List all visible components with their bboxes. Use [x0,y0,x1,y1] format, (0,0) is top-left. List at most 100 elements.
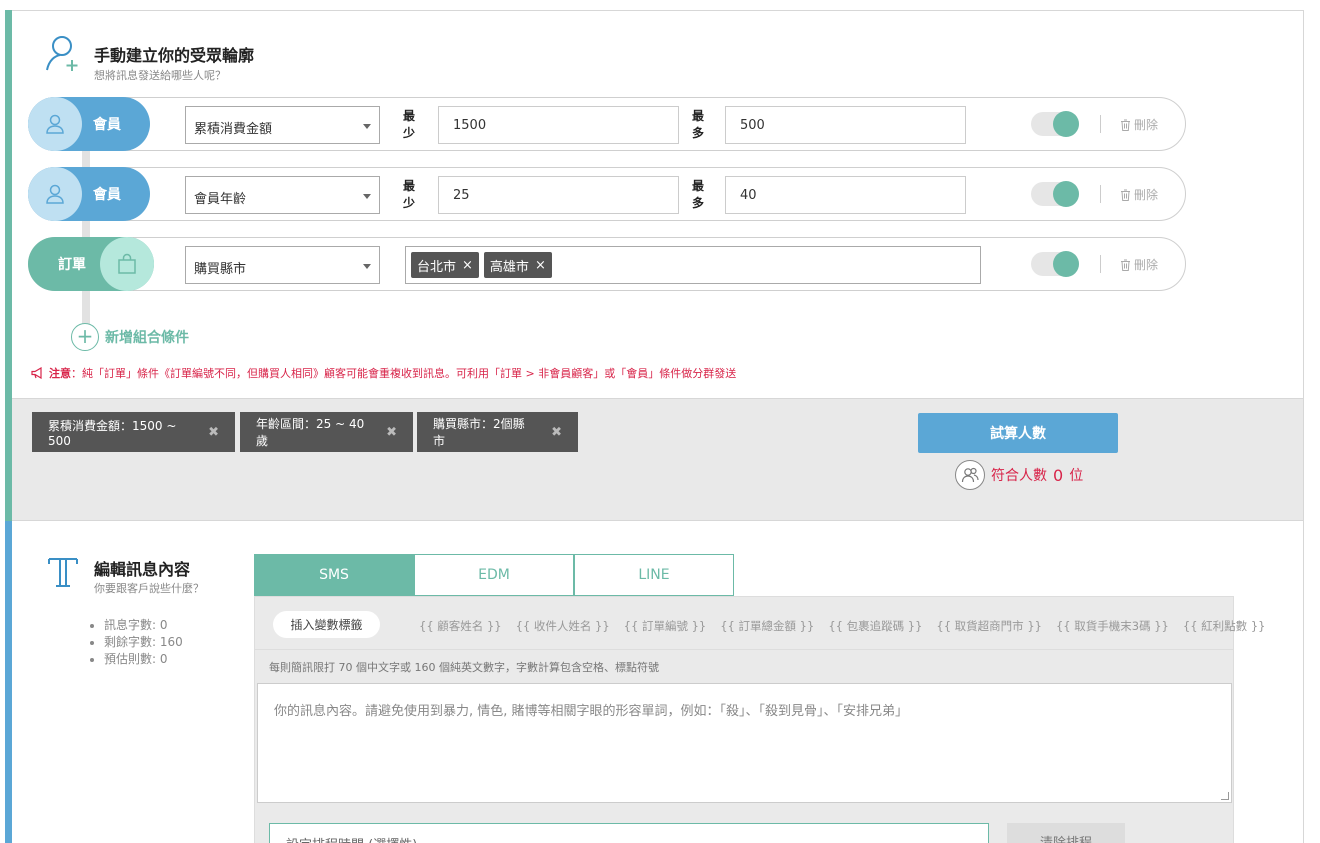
summary-chip: 購買縣市：2個縣市 ✖ [417,412,578,452]
megaphone-icon [31,367,42,379]
rule-field-select[interactable]: 累積消費金額 [185,106,380,144]
resize-handle[interactable] [1221,792,1229,800]
variable-tag[interactable]: {{ 訂單總金額 }} [720,618,814,634]
tag-label: 高雄市 [489,259,529,275]
notice-text: 注意：純「訂單」條件《訂單編號不同，但購買人相同》顧客可能會重複收到訊息。可利用… [31,365,736,381]
min-label: 最少 [403,109,416,140]
shopping-bag-icon [100,237,154,291]
toggle-knob [1053,181,1079,207]
min-input[interactable]: 25 [438,176,679,214]
delete-button[interactable]: 刪除 [1120,256,1158,273]
toggle-knob [1053,251,1079,277]
summary-chip: 年齡區間：25 ~ 40歲 ✖ [240,412,413,452]
remove-tag-icon[interactable]: × [535,258,546,273]
close-icon[interactable]: ✖ [551,425,562,440]
toggle-knob [1053,111,1079,137]
rule-field-select[interactable]: 購買縣市 [185,246,380,284]
rule-type-member: 會員 [28,97,150,151]
notice-prefix: 注意 [49,367,71,380]
divider [1100,185,1101,203]
variable-tag[interactable]: {{ 收件人姓名 }} [516,618,610,634]
variable-toolbar: 插入變數標籤 {{ 顧客姓名 }} {{ 收件人姓名 }} {{ 訂單編號 }}… [255,597,1265,650]
content-title: 編輯訊息內容 [94,560,191,579]
chevron-down-icon [363,124,371,129]
summary-chip: 累積消費金額：1500 ~ 500 ✖ [32,412,235,452]
delete-button[interactable]: 刪除 [1120,186,1158,203]
max-input[interactable]: 40 [725,176,966,214]
remove-tag-icon[interactable]: × [462,258,473,273]
city-tag: 台北市 × [411,252,479,278]
rule-connector [82,150,90,167]
audience-section-accent [5,10,12,521]
tab-edm[interactable]: EDM [414,554,574,596]
match-count: 符合人數 0 位 [955,460,1083,490]
min-label: 最少 [403,179,416,210]
variable-tag[interactable]: {{ 取貨手機末3碼 }} [1056,618,1169,634]
variable-tag[interactable]: {{ 顧客姓名 }} [419,618,502,634]
rule-type-label: 會員 [93,187,121,203]
add-user-icon [44,34,84,78]
tag-label: 台北市 [417,259,457,275]
max-label: 最多 [692,179,705,210]
tab-line[interactable]: LINE [574,554,734,596]
insert-variable-button[interactable]: 插入變數標籤 [273,611,380,638]
content-section-accent [5,521,12,843]
rule-row: 訂單 購買縣市 台北市 × 高雄市 × 刪除 [28,237,1186,291]
plus-icon: + [71,323,99,351]
channel-tabs: SMS EDM LINE [254,554,734,596]
chip-label: 累積消費金額：1500 ~ 500 [48,418,177,448]
rule-field-value: 累積消費金額 [194,122,273,137]
rule-field-select[interactable]: 會員年齡 [185,176,380,214]
message-stats: 訊息字數: 0 剩餘字數: 160 預估則數: 0 [104,617,183,668]
close-icon[interactable]: ✖ [208,425,219,440]
delete-button[interactable]: 刪除 [1120,116,1158,133]
rule-type-order: 訂單 [28,237,154,291]
rule-type-member: 會員 [28,167,150,221]
min-input[interactable]: 1500 [438,106,679,144]
rule-toggle[interactable] [1031,111,1079,137]
content-subtitle: 你要跟客戶說些什麼？ [94,582,204,595]
trash-icon [1121,189,1130,201]
add-condition-button[interactable]: + 新增組合條件 [71,323,189,351]
variable-tag[interactable]: {{ 紅利點數 }} [1183,618,1266,634]
chip-label: 購買縣市：2個縣市 [433,417,525,448]
rule-toggle[interactable] [1031,251,1079,277]
max-input[interactable]: 500 [725,106,966,144]
tab-sms[interactable]: SMS [254,554,414,596]
schedule-input[interactable]: 設定排程時間 (選擇性) [269,823,989,843]
message-editor: 插入變數標籤 {{ 顧客姓名 }} {{ 收件人姓名 }} {{ 訂單編號 }}… [254,596,1265,843]
add-condition-label: 新增組合條件 [105,330,189,346]
estimated-messages: 預估則數: 0 [104,651,183,668]
variable-tag[interactable]: {{ 取貨超商門市 }} [936,618,1042,634]
variable-tag[interactable]: {{ 包裹追蹤碼 }} [828,618,922,634]
message-textarea[interactable]: 你的訊息內容。請避免使用到暴力, 情色, 賭博等相關字眼的形容單詞，例如：「殺」… [257,683,1232,803]
variable-tag[interactable]: {{ 訂單編號 }} [624,618,707,634]
divider [1100,255,1101,273]
rule-connector [82,290,90,324]
audience-subtitle: 想將訊息發送給哪些人呢？ [94,69,226,82]
rule-connector [82,220,90,238]
rule-field-value: 購買縣市 [194,262,247,277]
rule-row: 會員 累積消費金額 最少 1500 最多 500 刪除 [28,97,1186,151]
match-unit: 位 [1069,468,1084,484]
clear-schedule-button[interactable]: 清除排程 [1007,823,1125,843]
message-placeholder: 你的訊息內容。請避免使用到暴力, 情色, 賭博等相關字眼的形容單詞，例如：「殺」… [274,704,909,719]
divider [1100,115,1101,133]
estimate-count-button[interactable]: 試算人數 [918,413,1118,453]
rule-toggle[interactable] [1031,181,1079,207]
chevron-down-icon [363,194,371,199]
delete-label: 刪除 [1134,118,1159,132]
delete-label: 刪除 [1134,258,1159,272]
city-tag-input[interactable]: 台北市 × 高雄市 × [405,246,981,284]
variable-list: {{ 顧客姓名 }} {{ 收件人姓名 }} {{ 訂單編號 }} {{ 訂單總… [419,618,1265,634]
city-tag: 高雄市 × [483,252,552,278]
rule-row: 會員 會員年齡 最少 25 最多 40 刪除 [28,167,1186,221]
rule-type-label: 訂單 [58,257,86,273]
user-icon [28,97,82,151]
remaining-count: 剩餘字數: 160 [104,634,183,651]
close-icon[interactable]: ✖ [386,425,397,440]
audience-title: 手動建立你的受眾輪廓 [94,46,255,65]
match-label: 符合人數 [991,468,1047,484]
match-number: 0 [1053,465,1064,485]
users-icon [955,460,985,490]
